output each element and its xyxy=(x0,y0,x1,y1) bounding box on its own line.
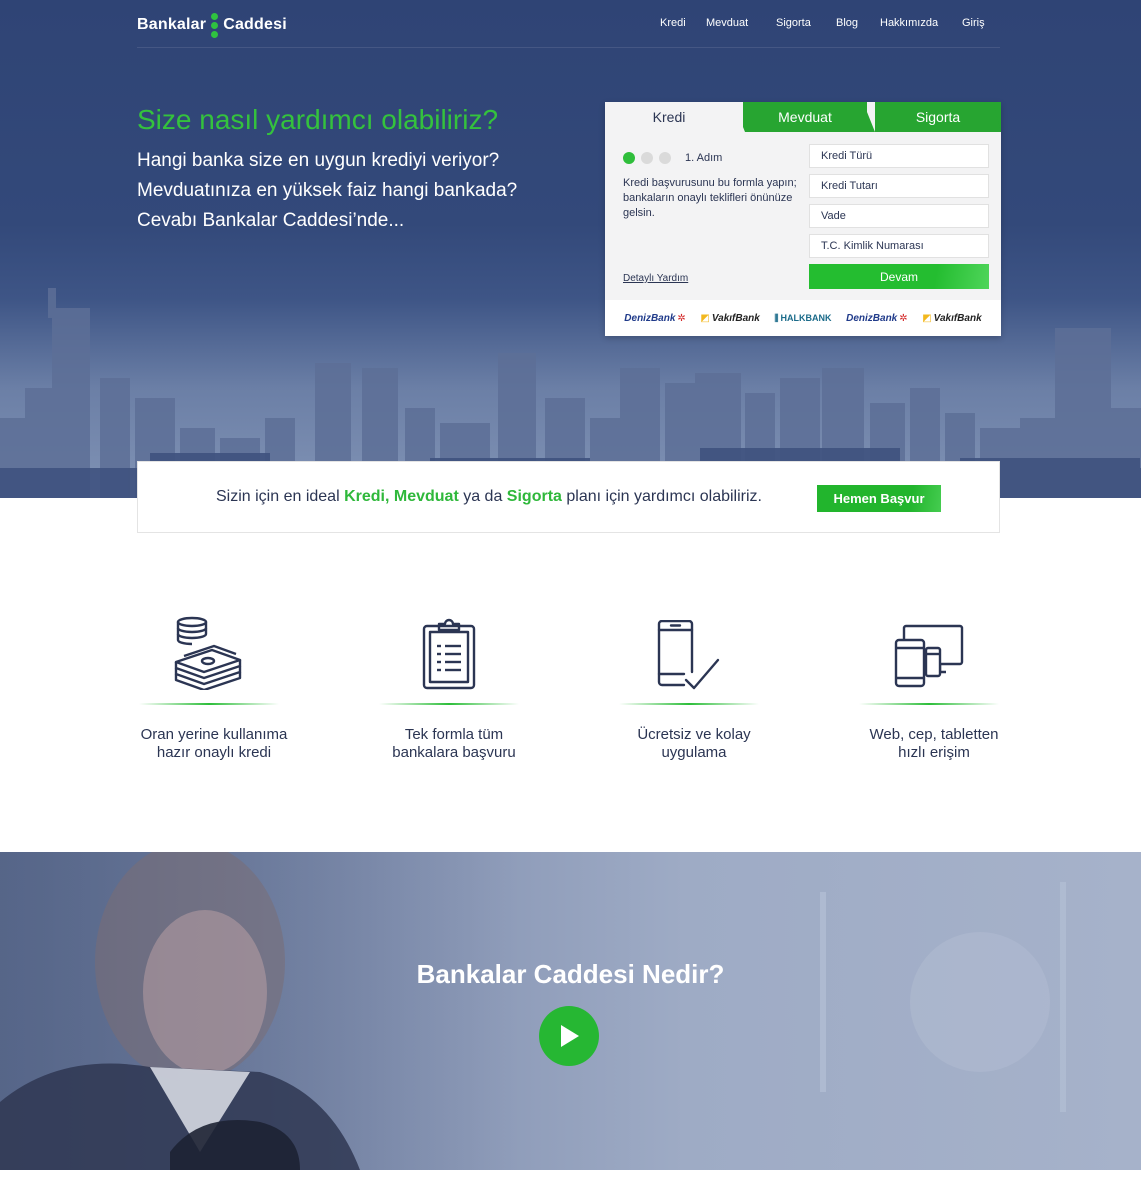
bank-logo-vakifbank: ◩ VakıfBank xyxy=(700,312,760,324)
feature-divider xyxy=(859,703,999,705)
feature-divider xyxy=(139,703,279,705)
term-field[interactable]: Vade xyxy=(809,204,989,228)
play-button[interactable] xyxy=(539,1006,599,1066)
nav-item-blog[interactable]: Blog xyxy=(836,17,880,29)
cta-bar: Sizin için en ideal Kredi, Mevduat ya da… xyxy=(137,461,1000,533)
step-dot-active xyxy=(623,152,635,164)
nav-item-hakkimizda[interactable]: Hakkımızda xyxy=(880,17,962,29)
nav-item-kredi[interactable]: Kredi xyxy=(660,17,706,29)
tab-edge-shape xyxy=(855,102,875,132)
bank-logo-denizbank: DenizBank ✲ xyxy=(624,312,686,324)
feature-text: Oran yerine kullanıma hazır onaylı kredi xyxy=(140,726,288,761)
step-label: 1. Adım xyxy=(685,152,723,164)
bank-logo-vakifbank: ◩ VakıfBank xyxy=(922,312,982,324)
step-indicator: 1. Adım xyxy=(623,152,722,164)
feature-item: Ücretsiz ve kolay uygulama xyxy=(619,610,759,762)
application-form-card: Mevduat Sigorta Kredi 1. Adım Kredi başv… xyxy=(605,102,1001,336)
cta-highlight-sigorta: Sigorta xyxy=(506,488,562,505)
phone-check-icon xyxy=(619,610,759,690)
step-dot xyxy=(659,152,671,164)
feature-item: Web, cep, tabletten hızlı erişim xyxy=(859,610,999,762)
hero-title: Size nasıl yardımcı olabiliriz? xyxy=(137,104,499,135)
main-nav: Kredi Mevduat Sigorta Blog Hakkımızda Gi… xyxy=(660,17,985,29)
loan-amount-field[interactable]: Kredi Tutarı xyxy=(809,174,989,198)
tab-sigorta[interactable]: Sigorta xyxy=(875,102,1001,132)
feature-item: Oran yerine kullanıma hazır onaylı kredi xyxy=(139,610,287,762)
play-icon xyxy=(561,1025,579,1047)
cta-highlight-kredi-mevduat: Kredi, Mevduat xyxy=(344,488,459,505)
tc-id-field[interactable]: T.C. Kimlik Numarası xyxy=(809,234,989,258)
tab-kredi[interactable]: Kredi xyxy=(605,102,733,132)
feature-text: Ücretsiz ve kolay uygulama xyxy=(637,726,751,761)
bank-logos-strip: DenizBank ✲ ◩ VakıfBank ⫼ HALKBANK DenizBan… xyxy=(605,300,1001,336)
clipboard-icon xyxy=(379,610,519,690)
money-stack-icon xyxy=(139,610,279,690)
brand-name-left: Bankalar xyxy=(137,16,207,33)
nav-item-sigorta[interactable]: Sigorta xyxy=(776,17,836,29)
top-navigation-bar: Bankalar Caddesi Kredi Mevduat Sigorta B… xyxy=(137,0,1000,48)
feature-item: Tek formla tüm bankalara başvuru xyxy=(379,610,519,762)
bank-logo-halkbank: ⫼ HALKBANK xyxy=(774,312,832,324)
hero-line-3: Cevabı Bankalar Caddesi’nde... xyxy=(137,210,405,231)
nav-item-mevduat[interactable]: Mevduat xyxy=(706,17,776,29)
tab-edge-shape xyxy=(725,102,745,132)
brand-logo[interactable]: Bankalar Caddesi xyxy=(137,12,287,38)
form-body: 1. Adım Kredi başvurusunu bu formla yapı… xyxy=(605,132,1001,300)
hero-section: Bankalar Caddesi Kredi Mevduat Sigorta B… xyxy=(0,0,1141,498)
loan-type-field[interactable]: Kredi Türü xyxy=(809,144,989,168)
devices-icon xyxy=(859,610,999,690)
apply-now-button[interactable]: Hemen Başvur xyxy=(817,485,941,512)
cta-text: Sizin için en ideal Kredi, Mevduat ya da… xyxy=(216,488,762,505)
tab-mevduat[interactable]: Mevduat xyxy=(743,102,867,132)
bank-logo-denizbank: DenizBank ✲ xyxy=(846,312,908,324)
feature-divider xyxy=(379,703,519,705)
hero-line-1: Hangi banka size en uygun krediyi veriyo… xyxy=(137,150,500,171)
feature-divider xyxy=(619,703,759,705)
feature-text: Tek formla tüm bankalara başvuru xyxy=(392,726,516,761)
continue-button[interactable]: Devam xyxy=(809,264,989,289)
step-dot xyxy=(641,152,653,164)
form-tabs: Mevduat Sigorta Kredi xyxy=(605,102,1001,132)
tab-edge-shape xyxy=(987,102,1001,132)
logo-dots-icon xyxy=(211,12,219,38)
form-description: Kredi başvurusunu bu formla yapın; banka… xyxy=(623,177,797,219)
nav-item-giris[interactable]: Giriş xyxy=(962,17,985,29)
hero-line-2: Mevduatınıza en yüksek faiz hangi bankad… xyxy=(137,180,518,201)
video-title: Bankalar Caddesi Nedir? xyxy=(416,959,725,989)
feature-text: Web, cep, tabletten hızlı erişim xyxy=(869,726,999,761)
video-section: Bankalar Caddesi Nedir? xyxy=(0,852,1141,1170)
brand-name-right: Caddesi xyxy=(223,16,287,33)
detailed-help-link[interactable]: Detaylı Yardım xyxy=(623,273,688,284)
